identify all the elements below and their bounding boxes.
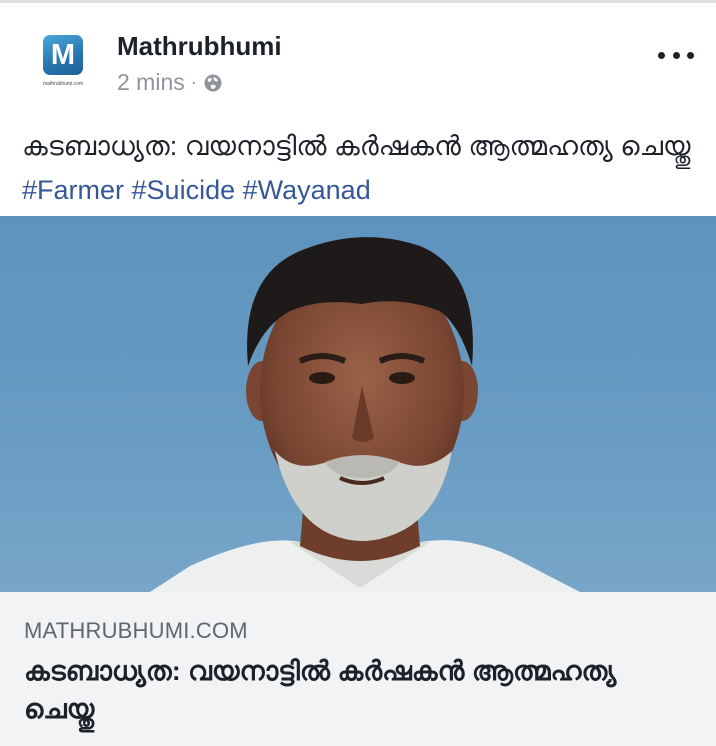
post-photo[interactable] bbox=[0, 216, 716, 592]
page-avatar[interactable]: M mathrubhumi.com bbox=[22, 21, 104, 103]
more-options-button[interactable] bbox=[658, 43, 694, 67]
hashtag-wayanad[interactable]: #Wayanad bbox=[243, 175, 371, 205]
link-preview-card[interactable]: MATHRUBHUMI.COM കടബാധ്യത: വയനാട്ടിൽ കർഷക… bbox=[0, 592, 716, 746]
caption-text: കടബാധ്യത: വയനാട്ടിൽ കർഷകൻ ആത്മഹത്യ ചെയ്ത… bbox=[22, 131, 691, 161]
hashtag-suicide[interactable]: #Suicide bbox=[132, 175, 236, 205]
hashtag-farmer[interactable]: #Farmer bbox=[22, 175, 124, 205]
post-meta: 2 mins · bbox=[117, 69, 223, 96]
link-title[interactable]: കടബാധ്യത: വയനാട്ടിൽ കർഷകൻ ആത്മഹത്യ ചെയ്ത… bbox=[24, 652, 684, 728]
meta-separator: · bbox=[190, 72, 197, 92]
mathrubhumi-logo: M bbox=[43, 35, 83, 75]
link-domain: MATHRUBHUMI.COM bbox=[24, 618, 248, 643]
page-name-link[interactable]: Mathrubhumi bbox=[117, 31, 282, 62]
post-caption: കടബാധ്യത: വയനാട്ടിൽ കർഷകൻ ആത്മഹത്യ ചെയ്ത… bbox=[22, 124, 702, 212]
logo-caption: mathrubhumi.com bbox=[42, 81, 83, 87]
globe-icon bbox=[204, 74, 222, 91]
post-timestamp[interactable]: 2 mins bbox=[117, 69, 185, 96]
more-horizontal-icon bbox=[658, 51, 665, 59]
post-header: M mathrubhumi.com Mathrubhumi 2 mins · bbox=[0, 3, 716, 113]
portrait-photo bbox=[150, 237, 580, 592]
